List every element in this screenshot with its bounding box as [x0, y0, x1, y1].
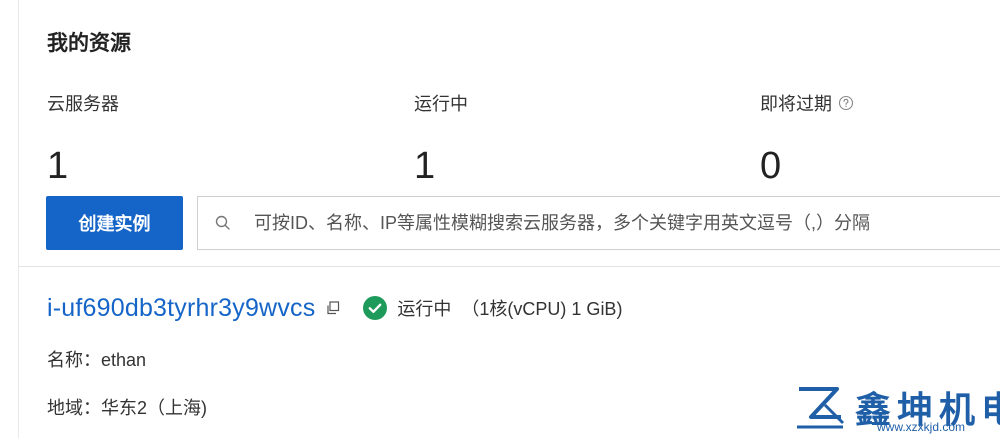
stat-label: 运行中: [414, 90, 468, 116]
stat-label-text: 运行中: [414, 94, 468, 114]
panel-left-border: [18, 0, 19, 438]
stat-label: 即将过期: [760, 90, 854, 116]
stat-value[interactable]: 1: [414, 146, 468, 186]
stat-label-text: 云服务器: [47, 94, 119, 114]
question-circle-icon[interactable]: [838, 95, 854, 111]
watermark-logo-icon: [797, 387, 845, 429]
instance-name: 名称：ethan: [47, 350, 147, 370]
search-input[interactable]: [252, 211, 1000, 235]
watermark-url: www.xzxkjd.com: [877, 420, 966, 434]
check-circle-icon: [363, 296, 388, 320]
status-text: 运行中: [397, 299, 452, 319]
stat-value[interactable]: 1: [47, 146, 119, 186]
watermark: 鑫坤机电 www.xzxkjd.com: [795, 380, 1000, 438]
stat-label-text: 即将过期: [760, 94, 832, 114]
stat-label: 云服务器: [47, 90, 119, 116]
stat-value[interactable]: 0: [760, 146, 854, 186]
instance-region: 地域：华东2（上海): [47, 398, 208, 418]
instance-spec: （1核(vCPU) 1 GiB): [461, 299, 623, 319]
section-title: 我的资源: [47, 32, 131, 55]
stat-cloud-servers[interactable]: 云服务器 1: [47, 90, 119, 186]
copy-icon[interactable]: [325, 300, 341, 316]
instance-header: i-uf690db3tyrhr3y9wvcs 运行中 （1核(vCPU) 1 G…: [47, 290, 622, 326]
instance-id-link[interactable]: i-uf690db3tyrhr3y9wvcs: [47, 294, 315, 323]
search-box[interactable]: [197, 196, 1000, 250]
stat-expiring-soon[interactable]: 即将过期 0: [760, 90, 854, 186]
search-icon: [214, 214, 232, 232]
create-instance-button[interactable]: 创建实例: [46, 196, 183, 250]
divider: [18, 266, 1000, 267]
stat-running[interactable]: 运行中 1: [414, 90, 468, 186]
